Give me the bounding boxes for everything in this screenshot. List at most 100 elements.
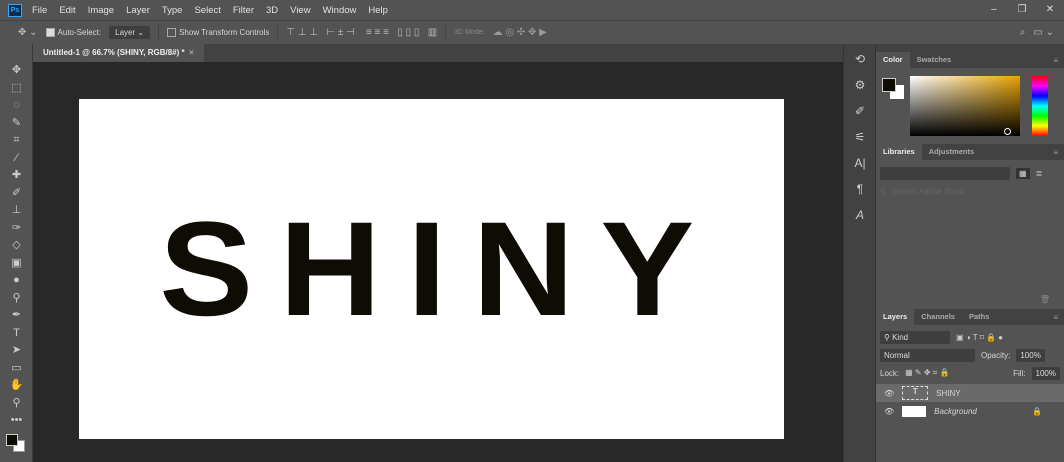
brushes-icon[interactable]: ⚟: [845, 126, 875, 148]
divider: [277, 24, 279, 41]
close-button[interactable]: ✕: [1036, 0, 1064, 20]
color-picker-field[interactable]: [910, 76, 1020, 136]
library-dropdown[interactable]: [880, 166, 1010, 180]
filter-type-icons[interactable]: ▣ ◑ T ⌑ 🔒 ●: [956, 333, 1003, 342]
menu-window[interactable]: Window: [323, 5, 357, 16]
layer-name: SHINY: [936, 388, 961, 398]
search-icon[interactable]: ⌕: [1020, 27, 1026, 38]
divider: [158, 24, 160, 41]
zoom-tool-icon[interactable]: ⚲: [0, 395, 33, 413]
color-picker-handle[interactable]: [1004, 128, 1011, 135]
marquee-tool-icon[interactable]: ⬚: [0, 80, 33, 98]
tab-libraries[interactable]: Libraries: [876, 144, 922, 160]
minimize-button[interactable]: –: [980, 0, 1008, 20]
path-select-tool-icon[interactable]: ➤: [0, 342, 33, 360]
tab-color[interactable]: Color: [876, 52, 910, 68]
rectangle-tool-icon[interactable]: ▭: [0, 360, 33, 378]
brush-settings-icon[interactable]: ✐: [845, 100, 875, 122]
move-tool-icon[interactable]: ✥: [0, 62, 33, 80]
tab-channels[interactable]: Channels: [914, 309, 962, 325]
menu-file[interactable]: File: [32, 5, 47, 16]
stamp-tool-icon[interactable]: ⊥: [0, 202, 33, 220]
lasso-tool-icon[interactable]: ◌: [0, 97, 33, 115]
foreground-color-swatch[interactable]: [882, 78, 896, 92]
auto-select-target-dropdown[interactable]: Layer ⌄: [109, 26, 151, 39]
character-icon[interactable]: A|: [845, 152, 875, 174]
document-tab-title: Untitled-1 @ 66.7% (SHINY, RGB/8#) *: [43, 48, 185, 57]
align-icons[interactable]: ⊤ ⊥ ⊥ ⊢ ± ⊣ ≡ ≡ ≡ ▯ ▯ ▯ ▥: [286, 27, 437, 38]
menu-filter[interactable]: Filter: [233, 5, 254, 16]
pen-tool-icon[interactable]: ✒: [0, 307, 33, 325]
delete-icon[interactable]: 🗑: [876, 295, 1064, 304]
lock-icon: 🔒: [1032, 406, 1043, 416]
menu-type[interactable]: Type: [162, 5, 183, 16]
panel-menu-icon[interactable]: ≡: [1053, 313, 1058, 322]
layer-thumbnail: [902, 405, 927, 417]
opacity-input[interactable]: 100%: [1016, 348, 1045, 362]
fill-input[interactable]: 100%: [1031, 366, 1060, 380]
layer-filter-dropdown[interactable]: ⚲ Kind: [880, 330, 950, 344]
more-tools-icon[interactable]: •••: [0, 412, 33, 430]
tab-layers[interactable]: Layers: [876, 309, 915, 325]
layer-row-background[interactable]: 👁 Background 🔒: [876, 402, 1064, 420]
layer-row-shiny[interactable]: 👁 T SHINY: [876, 384, 1064, 402]
quick-select-tool-icon[interactable]: ✎: [0, 115, 33, 133]
crop-tool-icon[interactable]: ⌗: [0, 132, 33, 150]
show-transform-checkbox[interactable]: Show Transform Controls: [167, 28, 269, 38]
auto-select-target-value: Layer: [115, 28, 136, 37]
3d-mode-icons[interactable]: ☁ ◎ ✣ ✥ ▶: [493, 27, 547, 38]
panel-dock: ⟲ ⚙ ✐ ⚟ A| ¶ A: [843, 44, 875, 462]
hue-slider[interactable]: [1032, 76, 1048, 136]
menu-help[interactable]: Help: [368, 5, 388, 16]
restore-button[interactable]: ❐: [1008, 0, 1036, 20]
auto-select-checkbox[interactable]: Auto-Select:: [45, 27, 102, 38]
history-brush-tool-icon[interactable]: ✑: [0, 220, 33, 238]
menu-edit[interactable]: Edit: [59, 5, 75, 16]
photoshop-logo: Ps: [8, 3, 22, 17]
stock-search-placeholder: Search Adobe Stock: [891, 186, 965, 196]
history-icon[interactable]: ⟲: [845, 48, 875, 70]
divider: [445, 24, 447, 41]
document-tab[interactable]: Untitled-1 @ 66.7% (SHINY, RGB/8#) * ×: [33, 44, 204, 62]
blur-tool-icon[interactable]: ●: [0, 272, 33, 290]
paragraph-icon[interactable]: ¶: [845, 178, 875, 200]
visibility-eye-icon[interactable]: 👁: [884, 407, 894, 416]
menu-layer[interactable]: Layer: [126, 5, 150, 16]
glyphs-icon[interactable]: A: [845, 204, 875, 226]
properties-icon[interactable]: ⚙: [845, 74, 875, 96]
blend-mode-dropdown[interactable]: Normal: [880, 348, 975, 362]
canvas-text-shiny: SHINY: [159, 194, 721, 344]
color-swatches[interactable]: [0, 430, 32, 460]
stock-search-input[interactable]: ⚲ Search Adobe Stock: [876, 182, 1064, 200]
menu-3d[interactable]: 3D: [266, 5, 278, 16]
auto-select-label: Auto-Select:: [57, 27, 102, 37]
menu-select[interactable]: Select: [194, 5, 220, 16]
visibility-eye-icon[interactable]: 👁: [884, 389, 894, 398]
hand-tool-icon[interactable]: ✋: [0, 377, 33, 395]
eraser-tool-icon[interactable]: ◇: [0, 237, 33, 255]
document-canvas[interactable]: SHINY: [79, 99, 784, 439]
brush-tool-icon[interactable]: ✐: [0, 185, 33, 203]
panel-menu-icon[interactable]: ≡: [1053, 148, 1058, 157]
move-tool-icon[interactable]: ✥ ⌄: [18, 27, 38, 38]
workspace-icon[interactable]: ▭ ⌄: [1033, 27, 1054, 38]
panel-menu-icon[interactable]: ≡: [1053, 56, 1058, 65]
grid-view-icon[interactable]: ▦: [1016, 167, 1030, 179]
gradient-tool-icon[interactable]: ▣: [0, 255, 33, 273]
close-tab-icon[interactable]: ×: [189, 48, 194, 57]
foreground-color-swatch[interactable]: [6, 433, 18, 446]
window-controls: – ❐ ✕: [980, 0, 1064, 20]
list-view-icon[interactable]: ≣: [1036, 169, 1043, 178]
healing-brush-tool-icon[interactable]: ✚: [0, 167, 33, 185]
panels-column: Color Swatches ≡ Libraries Adjustments ≡…: [875, 44, 1064, 462]
tab-paths[interactable]: Paths: [962, 309, 996, 325]
tab-adjustments[interactable]: Adjustments: [922, 144, 981, 160]
opacity-label: Opacity:: [981, 350, 1011, 360]
menu-image[interactable]: Image: [88, 5, 114, 16]
lock-icons[interactable]: ▦ ✎ ✥ ⌗ 🔒: [905, 368, 949, 378]
menu-view[interactable]: View: [290, 5, 310, 16]
dodge-tool-icon[interactable]: ⚲: [0, 290, 33, 308]
type-tool-icon[interactable]: T: [0, 325, 33, 343]
tab-swatches[interactable]: Swatches: [910, 52, 959, 68]
eyedropper-tool-icon[interactable]: ⁄: [0, 150, 33, 168]
